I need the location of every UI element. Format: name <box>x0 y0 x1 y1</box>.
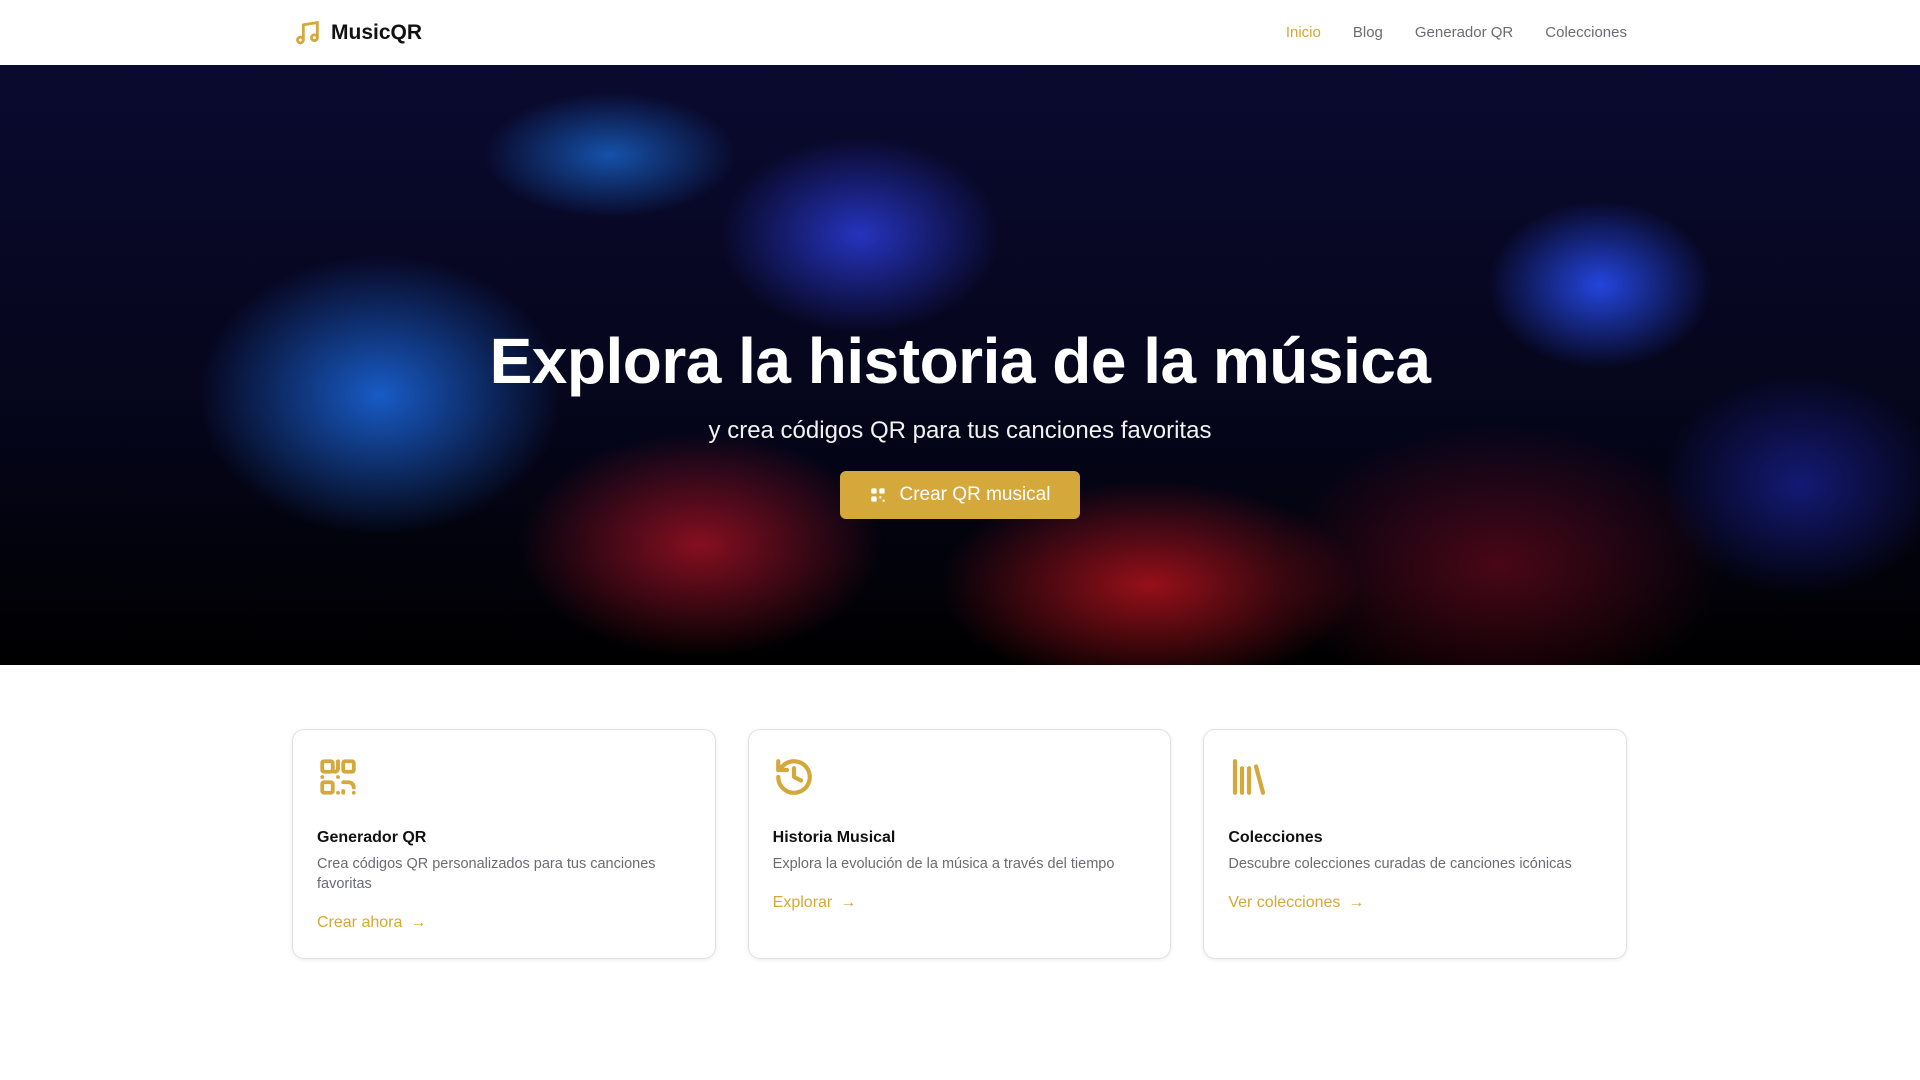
qr-code-icon <box>320 759 356 795</box>
explorar-link[interactable]: Explorar → <box>773 894 1147 912</box>
card-title: Generador QR <box>317 829 427 846</box>
logo[interactable]: MusicQR <box>294 19 422 47</box>
feature-cards: Generador QR Crea códigos QR personaliza… <box>0 665 1920 959</box>
top-nav: MusicQR Inicio Blog Generador QR Colecci… <box>0 0 1920 65</box>
card-title: Colecciones <box>1228 829 1323 846</box>
ver-colecciones-link[interactable]: Ver colecciones → <box>1228 894 1602 912</box>
arrow-right-icon: → <box>840 894 857 911</box>
crear-ahora-link[interactable]: Crear ahora → <box>317 914 691 932</box>
nav-blog[interactable]: Blog <box>1353 24 1383 41</box>
arrow-right-icon: → <box>410 914 427 931</box>
link-label: Explorar <box>772 894 833 911</box>
create-qr-button[interactable]: Crear QR musical <box>840 471 1080 519</box>
card-generador-qr: Generador QR Crea códigos QR personaliza… <box>292 729 716 959</box>
history-icon <box>775 759 812 795</box>
nav-generador-qr[interactable]: Generador QR <box>1415 24 1513 41</box>
nav-inicio[interactable]: Inicio <box>1286 24 1321 41</box>
arrow-right-icon: → <box>1348 894 1365 911</box>
hero-title: Explora la historia de la música <box>489 325 1431 397</box>
card-description: Explora la evolución de la música a trav… <box>772 856 1115 872</box>
card-description: Descubre colecciones curadas de cancione… <box>1228 856 1572 872</box>
hero-banner: Explora la historia de la música y crea … <box>0 65 1920 665</box>
qr-code-icon <box>870 488 885 502</box>
library-icon <box>1233 759 1266 795</box>
music-note-icon <box>296 20 319 44</box>
link-label: Crear ahora <box>317 914 403 931</box>
card-title: Historia Musical <box>772 829 896 846</box>
link-label: Ver colecciones <box>1228 894 1341 911</box>
hero-subtitle: y crea códigos QR para tus canciones fav… <box>708 417 1212 444</box>
nav-colecciones[interactable]: Colecciones <box>1545 24 1627 41</box>
create-qr-label: Crear QR musical <box>899 484 1051 505</box>
card-description: Crea códigos QR personalizados para tus … <box>317 856 656 892</box>
card-historia-musical: Historia Musical Explora la evolución de… <box>747 729 1172 959</box>
brand-name: MusicQR <box>331 20 423 44</box>
card-colecciones: Colecciones Descubre colecciones curadas… <box>1203 729 1628 959</box>
